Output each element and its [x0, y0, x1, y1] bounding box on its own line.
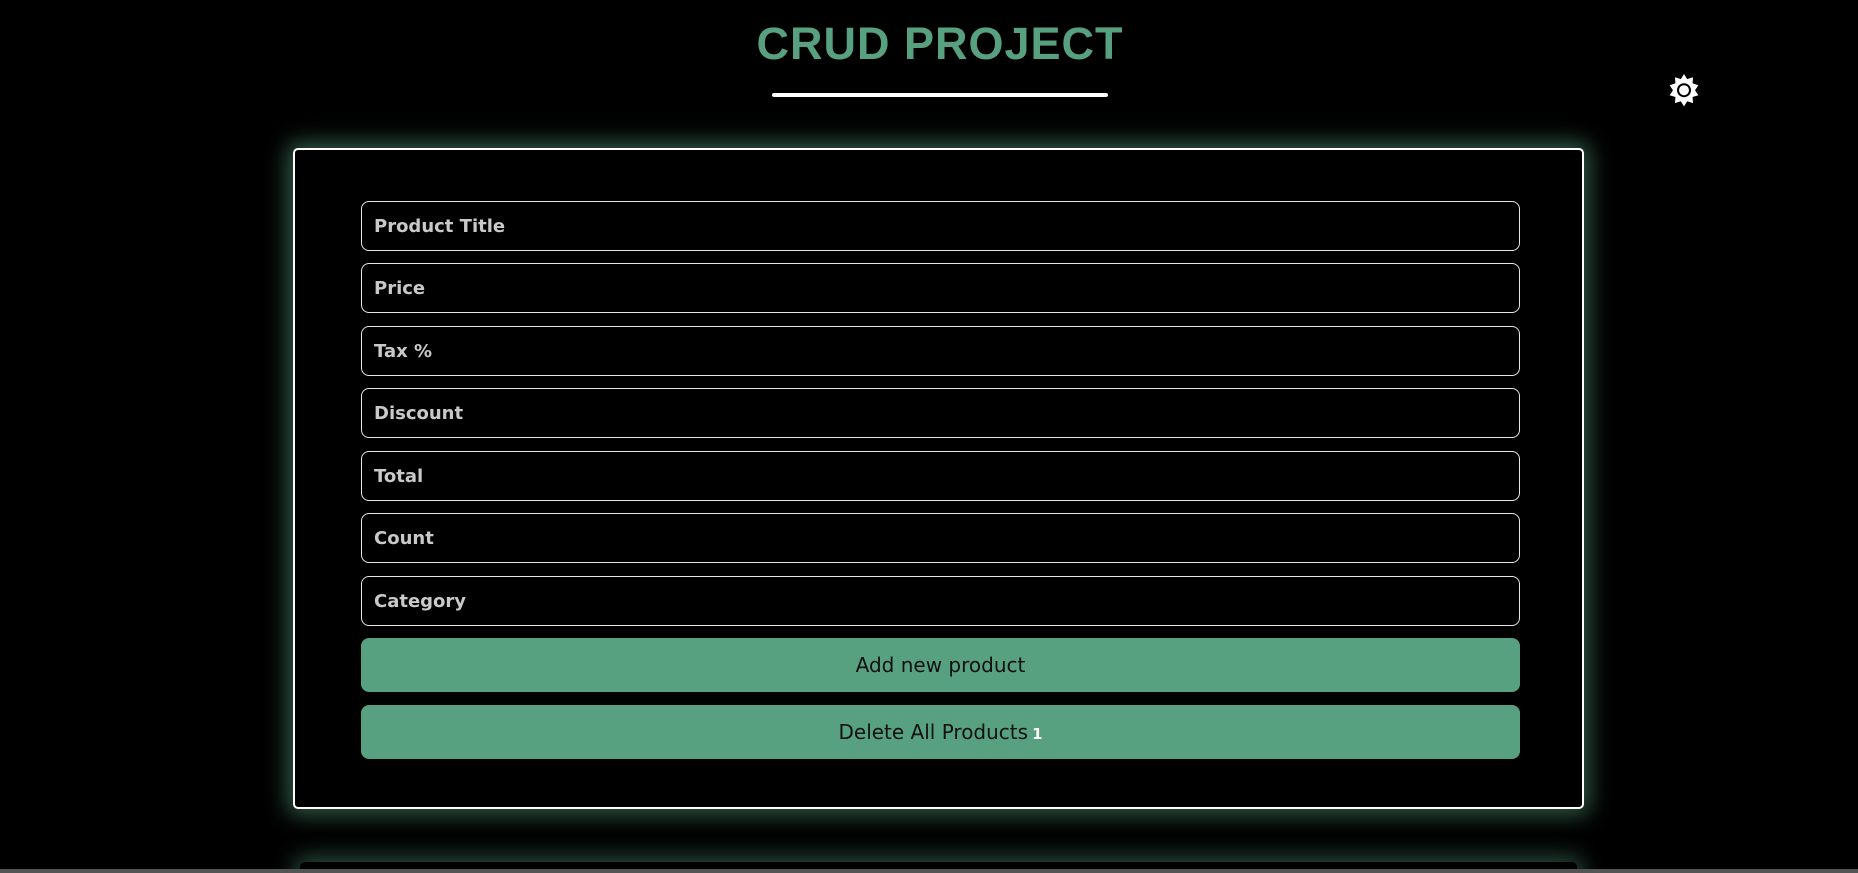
product-count-badge: 1: [1032, 725, 1043, 743]
title-underline: [772, 93, 1108, 97]
product-title-input[interactable]: [362, 202, 1519, 250]
category-input[interactable]: [362, 577, 1519, 625]
discount-input[interactable]: [362, 389, 1519, 437]
tax-input[interactable]: [362, 327, 1519, 375]
add-product-label: Add new product: [855, 653, 1026, 677]
page: CRUD PROJECT Add new pro: [0, 0, 1858, 873]
add-product-button[interactable]: Add new product: [361, 638, 1520, 692]
discount-field: [361, 388, 1520, 438]
total-field: [361, 451, 1520, 501]
page-title: CRUD PROJECT: [756, 18, 1124, 69]
tax-field: [361, 326, 1520, 376]
product-form-card: Add new product Delete All Products1: [293, 148, 1584, 809]
price-input[interactable]: [362, 264, 1519, 312]
category-field: [361, 576, 1520, 626]
delete-all-label: Delete All Products: [838, 720, 1029, 744]
count-input[interactable]: [362, 514, 1519, 562]
sun-gear-icon: [1669, 74, 1699, 107]
price-field: [361, 263, 1520, 313]
product-title-field: [361, 201, 1520, 251]
delete-all-button[interactable]: Delete All Products 1: [361, 705, 1520, 759]
bottom-divider: [0, 869, 1858, 873]
count-field: [361, 513, 1520, 563]
theme-toggle-button[interactable]: [1666, 73, 1702, 109]
total-input[interactable]: [362, 452, 1519, 500]
